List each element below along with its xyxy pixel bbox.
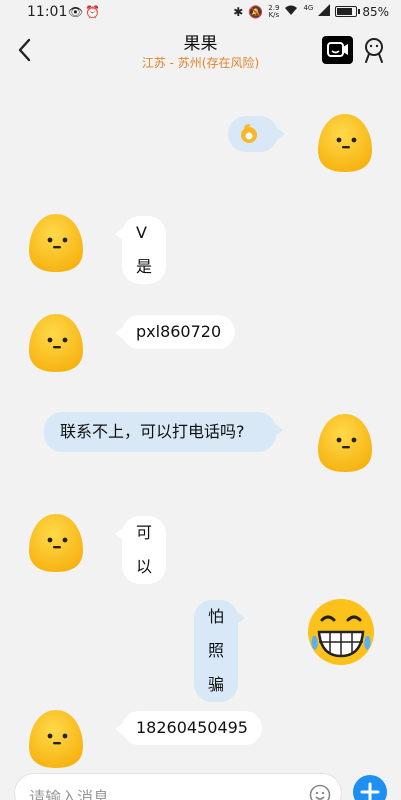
bluetooth-icon: ✱ <box>233 4 244 19</box>
contact-avatar[interactable] <box>24 706 88 770</box>
video-call-icon[interactable] <box>322 36 353 64</box>
laughing-emoji-avatar[interactable] <box>305 596 377 668</box>
wifi-icon <box>284 4 298 19</box>
message-bubble[interactable]: 怕照骗 <box>194 600 246 702</box>
profile-icon[interactable] <box>360 36 388 64</box>
chat-header: 果果 江苏 - 苏州(存在风险) <box>0 26 401 74</box>
message-bubble[interactable]: V是 <box>115 216 166 284</box>
contact-avatar[interactable] <box>24 210 88 274</box>
self-avatar[interactable] <box>313 410 377 474</box>
status-time: 11:01 <box>27 4 68 20</box>
net-speed-unit: K/s <box>268 10 280 19</box>
message-bubble-sticker[interactable] <box>228 116 285 152</box>
self-avatar[interactable] <box>313 110 377 174</box>
mute-icon: 🔕 <box>248 4 264 19</box>
message-bubble[interactable]: 可以 <box>114 516 167 584</box>
emoji-icon[interactable] <box>309 784 331 800</box>
network-type-label: 4G <box>303 3 314 12</box>
input-placeholder: 请输入消息 <box>29 788 110 800</box>
plus-icon <box>360 782 380 800</box>
message-bubble[interactable]: 18260450495 <box>115 711 262 745</box>
message-bubble[interactable]: 联系不上，可以打电话吗? <box>44 412 283 452</box>
net-speed: 2.9 K/s <box>268 4 280 19</box>
status-right-group: ✱ 🔕 2.9 K/s 4G 85% <box>233 4 389 19</box>
ok-hand-icon <box>241 124 257 143</box>
signal-icon <box>318 4 331 19</box>
battery-icon <box>335 6 361 17</box>
add-attachment-button[interactable] <box>353 775 387 800</box>
message-input-bar: 请输入消息 <box>0 768 401 800</box>
status-bar: 11:01 👁⏰ ✱ 🔕 2.9 K/s 4G 85% <box>0 0 401 26</box>
battery-percent: 85% <box>362 4 389 19</box>
contact-avatar[interactable] <box>24 310 88 374</box>
message-bubble[interactable]: pxl860720 <box>114 315 236 349</box>
message-input[interactable]: 请输入消息 <box>14 773 342 800</box>
status-notification-icons: 👁⏰ <box>68 5 103 19</box>
contact-avatar[interactable] <box>24 510 88 574</box>
